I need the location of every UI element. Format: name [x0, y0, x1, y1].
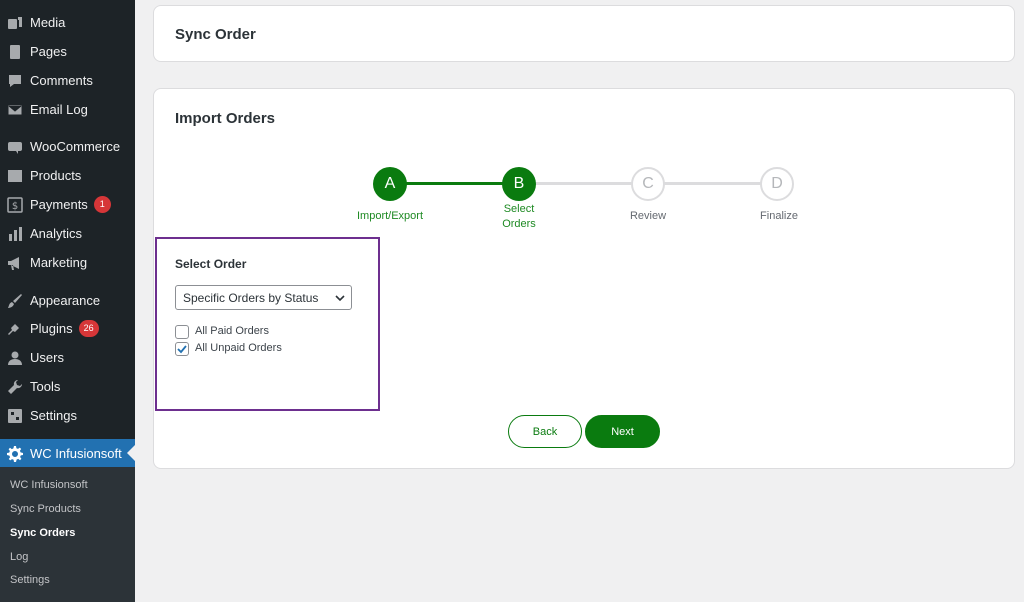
notification-badge: 1 [93, 196, 111, 213]
sidebar-item-label: Media [30, 15, 66, 30]
sidebar-item-label: Tools [30, 379, 61, 394]
submenu-item-sync-orders[interactable]: Sync Orders [10, 527, 75, 539]
sidebar-item-marketing[interactable]: Marketing [0, 248, 135, 277]
sidebar-item-label: Marketing [30, 255, 88, 270]
sidebar-item-comments[interactable]: Comments [0, 66, 135, 95]
order-filter-select[interactable]: Specific Orders by Status [175, 285, 352, 310]
sidebar-item-label: WC Infusionsoft [30, 446, 122, 461]
plugins-icon [7, 321, 23, 337]
sidebar-item-label: Pages [30, 44, 67, 59]
settings-icon [7, 408, 23, 424]
admin-sidebar: Media Pages Comments Email Log WooCommer… [0, 0, 135, 602]
users-icon [7, 350, 23, 366]
marketing-icon [7, 255, 23, 271]
sidebar-item-wc-infusionsoft[interactable]: WC Infusionsoft [0, 439, 135, 468]
sidebar-item-label: Plugins [30, 321, 73, 336]
chevron-down-icon [335, 295, 345, 302]
comments-icon [7, 73, 23, 89]
submenu-item-sync-products[interactable]: Sync Products [10, 503, 81, 515]
woocommerce-icon [7, 139, 23, 155]
products-icon [7, 168, 23, 184]
select-order-heading: Select Order [175, 257, 247, 271]
all-paid-orders-checkbox[interactable] [175, 325, 189, 339]
sidebar-item-tools[interactable]: Tools [0, 372, 135, 401]
sidebar-item-label: Comments [30, 73, 93, 88]
svg-text:$: $ [12, 201, 18, 212]
all-paid-orders-label: All Paid Orders [195, 325, 269, 337]
pages-icon [7, 44, 23, 60]
header-card: Sync Order [153, 5, 1015, 62]
submenu-item-log[interactable]: Log [10, 551, 28, 563]
sidebar-item-plugins[interactable]: Plugins 26 [0, 314, 135, 343]
sidebar-item-products[interactable]: Products [0, 161, 135, 190]
all-unpaid-orders-label: All Unpaid Orders [195, 342, 282, 354]
submenu-item-wc-infusionsoft[interactable]: WC Infusionsoft [10, 479, 88, 491]
sidebar-item-label: Settings [30, 408, 77, 423]
sidebar-item-label: Payments [30, 197, 88, 212]
sidebar-item-label: WooCommerce [30, 139, 121, 154]
sidebar-item-payments[interactable]: $ Payments 1 [0, 190, 135, 219]
analytics-icon [7, 226, 23, 242]
sidebar-item-users[interactable]: Users [0, 343, 135, 372]
sidebar-item-label: Analytics [30, 226, 83, 241]
sidebar-item-pages[interactable]: Pages [0, 37, 135, 66]
all-unpaid-orders-checkbox[interactable] [175, 342, 189, 356]
email-icon [7, 102, 23, 118]
submenu: WC Infusionsoft Sync Products Sync Order… [0, 467, 135, 602]
media-icon [7, 15, 23, 31]
gear-icon [7, 445, 23, 462]
sidebar-item-media[interactable]: Media [0, 8, 135, 37]
step-a-label: Import/Export [356, 210, 424, 222]
checkmark-icon [177, 345, 187, 354]
step-b-label-line2: Orders [502, 218, 536, 230]
page-title: Sync Order [175, 26, 256, 43]
sidebar-item-analytics[interactable]: Analytics [0, 219, 135, 248]
appearance-icon [7, 293, 23, 309]
stepper-line-complete [405, 182, 505, 185]
step-d-label: Finalize [760, 210, 798, 222]
step-b-label-line1: Select [503, 203, 535, 215]
submenu-item-settings[interactable]: Settings [10, 574, 50, 586]
notification-badge: 26 [78, 320, 99, 337]
section-title: Import Orders [175, 110, 276, 127]
order-filter-value: Specific Orders by Status [183, 290, 319, 305]
step-d-circle: D [760, 167, 794, 201]
sidebar-item-label: Products [30, 168, 82, 183]
payments-icon: $ [7, 196, 23, 213]
active-indicator [127, 445, 135, 461]
step-c-circle: C [631, 167, 665, 201]
step-a-circle: A [373, 167, 407, 201]
back-button[interactable]: Back [508, 415, 582, 448]
step-c-label: Review [629, 210, 667, 222]
sidebar-item-email-log[interactable]: Email Log [0, 95, 135, 124]
step-b-label: Select Orders [479, 202, 559, 232]
sidebar-item-settings[interactable]: Settings [0, 401, 135, 430]
sidebar-item-woocommerce[interactable]: WooCommerce [0, 132, 135, 161]
sidebar-item-label: Users [30, 350, 64, 365]
step-b-circle: B [502, 167, 536, 201]
sidebar-item-label: Email Log [30, 102, 88, 117]
next-button[interactable]: Next [585, 415, 660, 448]
sidebar-item-label: Appearance [30, 293, 101, 308]
sidebar-item-appearance[interactable]: Appearance [0, 286, 135, 315]
wrench-icon [7, 379, 23, 395]
